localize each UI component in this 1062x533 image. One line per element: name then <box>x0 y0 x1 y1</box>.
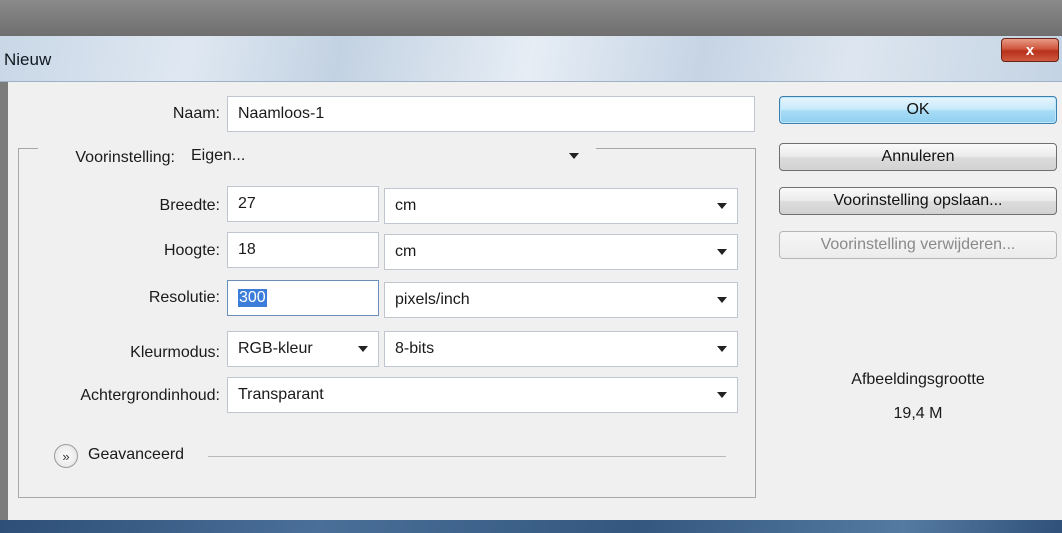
cancel-button-label: Annuleren <box>881 148 955 165</box>
name-label: Naam: <box>172 105 220 122</box>
image-size-value: 19,4 M <box>893 405 943 422</box>
background-dropdown[interactable]: Transparant <box>227 377 738 413</box>
save-preset-button-label: Voorinstelling opslaan... <box>833 192 1003 209</box>
dialog-title: Nieuw <box>4 50 52 69</box>
chevron-down-icon <box>717 346 727 352</box>
height-input[interactable]: 18 <box>227 232 379 268</box>
delete-preset-button-label: Voorinstelling verwijderen... <box>820 236 1016 253</box>
background-strip-top <box>0 0 1062 36</box>
resolution-unit-dropdown[interactable]: pixels/inch <box>384 282 738 318</box>
image-size-label: Afbeeldingsgrootte <box>851 371 985 388</box>
chevron-down-icon <box>717 392 727 398</box>
width-input[interactable]: 27 <box>227 186 379 222</box>
dialog-titlebar[interactable]: Nieuw x <box>0 36 1062 82</box>
chevron-down-icon <box>717 203 727 209</box>
chevron-down-icon <box>717 297 727 303</box>
resolution-value: 300 <box>238 289 267 307</box>
preset-value: Eigen... <box>191 147 246 164</box>
chevron-down-icon <box>569 153 579 159</box>
preset-dropdown[interactable]: Eigen... <box>180 138 590 174</box>
delete-preset-button: Voorinstelling verwijderen... <box>779 231 1057 259</box>
bitdepth-value: 8-bits <box>395 340 435 357</box>
name-input[interactable]: Naamloos-1 <box>227 96 755 132</box>
advanced-label[interactable]: Geavanceerd <box>88 446 184 464</box>
colormode-label: Kleurmodus: <box>130 344 220 361</box>
width-value: 27 <box>238 195 256 212</box>
background-strip-bottom <box>0 520 1062 533</box>
advanced-divider <box>208 456 726 457</box>
colormode-dropdown[interactable]: RGB-kleur <box>227 331 379 367</box>
chevron-down-icon <box>717 249 727 255</box>
close-button[interactable]: x <box>1001 38 1059 62</box>
preset-label: Voorinstelling: <box>75 149 175 166</box>
close-icon: x <box>1025 41 1035 59</box>
height-unit-value: cm <box>395 243 417 260</box>
name-value: Naamloos-1 <box>238 105 325 122</box>
width-unit-value: cm <box>395 197 417 214</box>
resolution-label: Resolutie: <box>148 289 220 306</box>
chevron-down-icon <box>358 346 368 352</box>
background-value: Transparant <box>238 386 324 403</box>
colormode-value: RGB-kleur <box>238 340 313 357</box>
width-label: Breedte: <box>159 197 220 214</box>
background-label: Achtergrondinhoud: <box>80 387 220 404</box>
height-label: Hoogte: <box>163 242 220 259</box>
ok-button-label: OK <box>906 101 930 118</box>
resolution-unit-value: pixels/inch <box>395 291 470 308</box>
bitdepth-dropdown[interactable]: 8-bits <box>384 331 738 367</box>
width-unit-dropdown[interactable]: cm <box>384 188 738 224</box>
resolution-input[interactable]: 300 <box>227 280 379 316</box>
height-value: 18 <box>238 241 256 258</box>
height-unit-dropdown[interactable]: cm <box>384 234 738 270</box>
double-chevron-down-icon[interactable]: » <box>54 444 78 468</box>
ok-button[interactable]: OK <box>779 96 1057 124</box>
cancel-button[interactable]: Annuleren <box>779 143 1057 171</box>
save-preset-button[interactable]: Voorinstelling opslaan... <box>779 187 1057 215</box>
